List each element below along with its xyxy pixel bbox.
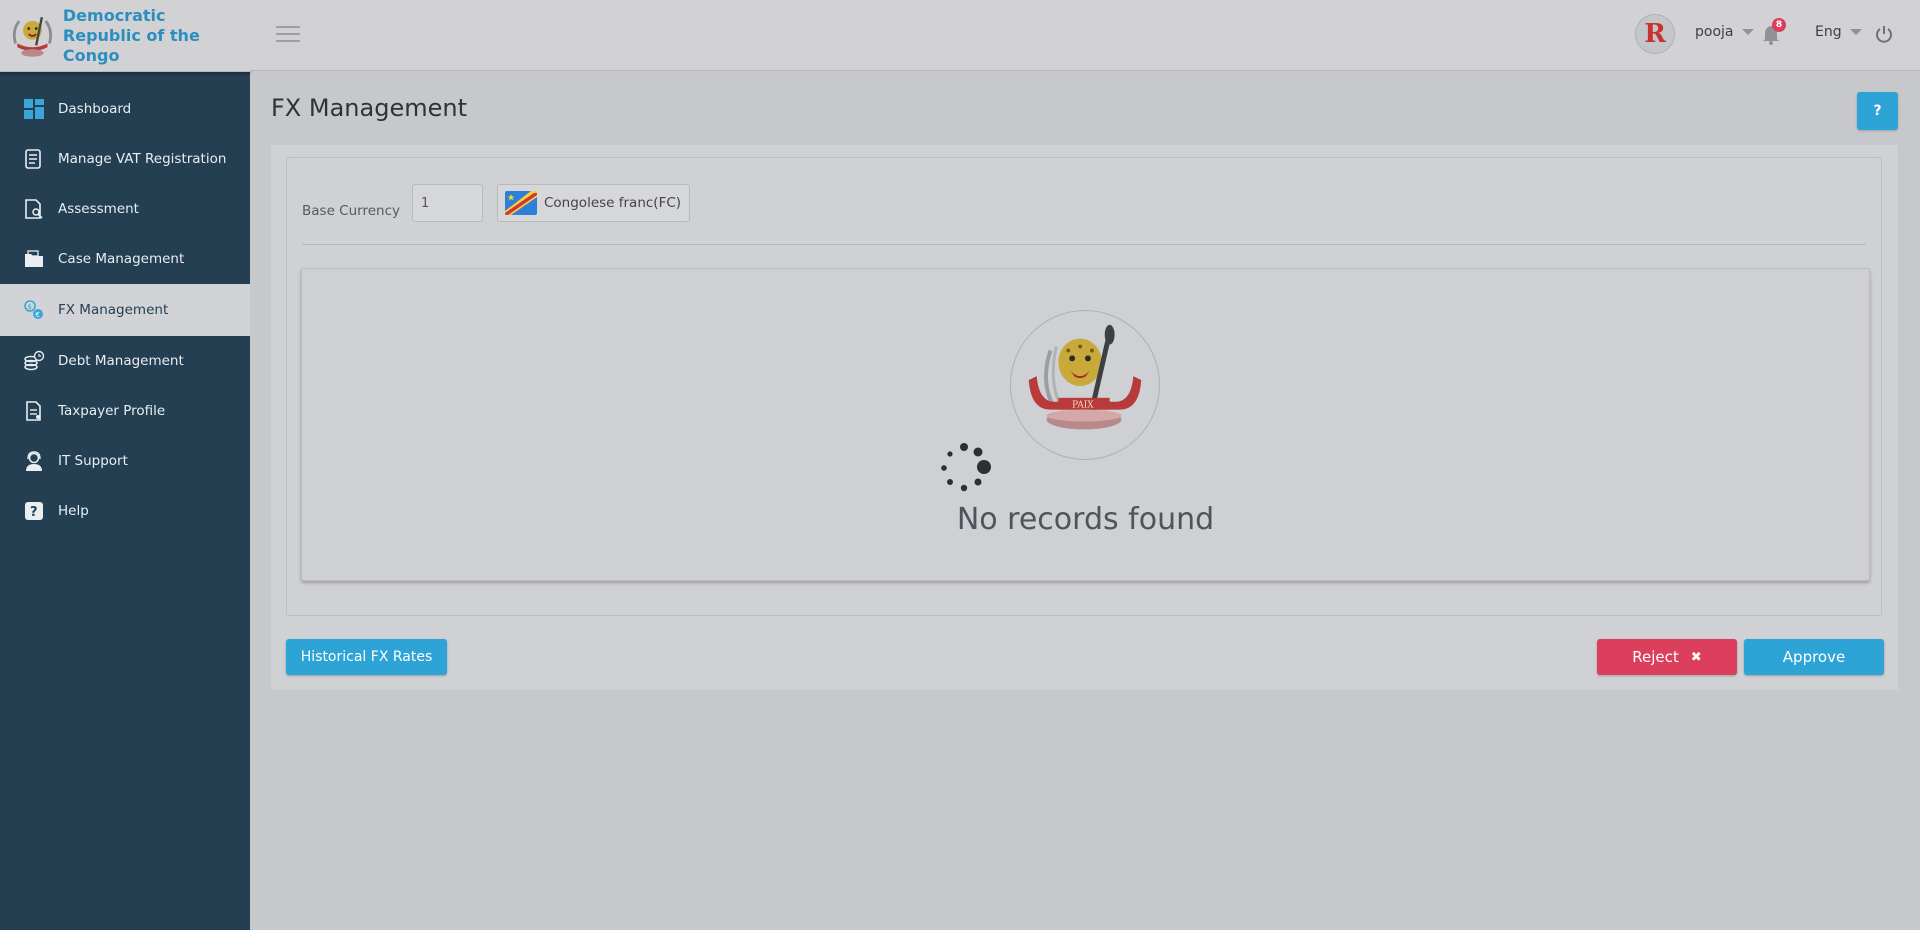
document-list-icon (22, 147, 46, 171)
notification-badge: 8 (1772, 18, 1786, 32)
brand[interactable]: Democratic Republic of the Congo (0, 0, 250, 72)
drc-flag-icon (505, 191, 537, 215)
base-currency-label: Base Currency (302, 203, 400, 219)
sidebar-item-label: Case Management (58, 251, 185, 267)
question-icon: ? (22, 499, 46, 523)
divider (302, 244, 1866, 245)
support-agent-icon (22, 449, 46, 473)
sidebar-item-help[interactable]: ? Help (0, 486, 250, 536)
currency-name: Congolese franc(FC) (544, 195, 682, 211)
records-area: PAIX No records found (301, 268, 1870, 581)
sidebar-nav: Dashboard Manage VAT Registration Assess… (0, 84, 250, 536)
language-select[interactable]: Eng (1815, 24, 1862, 40)
sidebar-item-case-management[interactable]: Case Management (0, 234, 250, 284)
sidebar-item-label: Taxpayer Profile (58, 403, 166, 419)
sidebar-item-manage-vat-registration[interactable]: Manage VAT Registration (0, 134, 250, 184)
brand-line-1: Democratic (62, 5, 166, 25)
language-label: Eng (1815, 24, 1842, 40)
sidebar-item-it-support[interactable]: IT Support (0, 436, 250, 486)
drc-coat-of-arms-icon: PAIX (1010, 310, 1160, 460)
currency-select[interactable]: Congolese franc(FC) (497, 184, 690, 222)
menu-toggle-icon[interactable] (276, 26, 300, 44)
sidebar-item-dashboard[interactable]: Dashboard (0, 84, 250, 134)
sidebar-item-label: Assessment (58, 201, 139, 217)
historical-fx-rates-button[interactable]: Historical FX Rates (286, 639, 447, 675)
power-icon[interactable] (1874, 24, 1894, 44)
sidebar-item-label: Manage VAT Registration (58, 151, 227, 167)
coins-clock-icon (22, 349, 46, 373)
empty-state-message: No records found (956, 502, 1215, 537)
svg-text:$: $ (28, 303, 32, 311)
svg-text:€: € (36, 311, 40, 319)
svg-text:?: ? (30, 505, 38, 520)
chevron-down-icon (1849, 29, 1862, 35)
sidebar-item-label: Dashboard (58, 101, 132, 117)
close-icon: ✖ (1690, 649, 1702, 665)
loading-spinner-icon (941, 443, 991, 492)
sidebar: Democratic Republic of the Congo Dashboa… (0, 0, 250, 930)
username: pooja (1695, 24, 1734, 40)
currency-exchange-icon: $ € (22, 298, 46, 322)
brand-name: Democratic Republic of the Congo (63, 6, 250, 66)
sidebar-item-label: FX Management (58, 302, 169, 318)
drc-coat-of-arms-icon (12, 16, 53, 57)
fx-panel: Base Currency Congolese franc(FC) (271, 145, 1898, 690)
sidebar-item-taxpayer-profile[interactable]: Taxpayer Profile (0, 386, 250, 436)
sidebar-item-assessment[interactable]: Assessment (0, 184, 250, 234)
svg-text:PAIX: PAIX (1072, 401, 1094, 411)
dashboard-icon (22, 97, 46, 121)
sidebar-item-fx-management[interactable]: $ € FX Management (0, 284, 250, 336)
chevron-down-icon (1741, 29, 1754, 35)
user-menu[interactable]: pooja (1695, 24, 1754, 40)
page-title: FX Management (271, 94, 467, 122)
profile-document-icon (22, 399, 46, 423)
sidebar-item-label: Debt Management (58, 353, 184, 369)
sidebar-item-label: Help (58, 503, 89, 519)
document-search-icon (22, 197, 46, 221)
sidebar-item-label: IT Support (58, 453, 128, 469)
amount-input[interactable] (412, 184, 483, 222)
avatar[interactable]: R (1635, 14, 1675, 54)
reject-label: Reject (1632, 648, 1679, 666)
fx-content-box: Base Currency Congolese franc(FC) (286, 157, 1882, 616)
reject-button[interactable]: Reject ✖ (1597, 639, 1737, 675)
approve-button[interactable]: Approve (1744, 639, 1884, 675)
help-button[interactable]: ? (1857, 92, 1898, 130)
sidebar-item-debt-management[interactable]: Debt Management (0, 336, 250, 386)
folder-icon (22, 247, 46, 271)
topbar: R pooja 8 Eng (250, 0, 1920, 71)
brand-line-2: Republic of the Congo (62, 25, 200, 65)
